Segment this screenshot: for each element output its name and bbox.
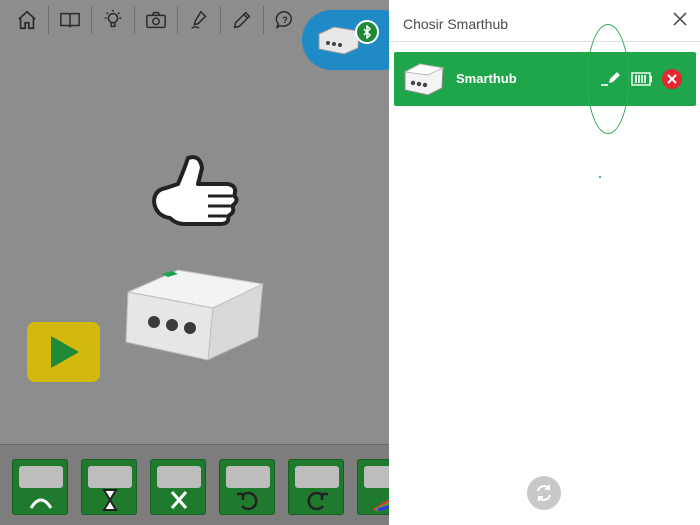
motor-ccw-block[interactable] xyxy=(219,459,275,515)
motor-face xyxy=(157,466,201,488)
stop-cross-icon xyxy=(170,491,188,509)
motor-cw-block[interactable] xyxy=(288,459,344,515)
motor-face xyxy=(88,466,132,488)
panel-divider xyxy=(389,41,700,42)
pencil-icon xyxy=(233,11,251,29)
smarthub-icon xyxy=(403,63,445,96)
home-button[interactable] xyxy=(6,0,48,40)
motor-power-icon xyxy=(29,498,53,509)
pencil-button[interactable] xyxy=(221,0,263,40)
motor-face xyxy=(364,466,389,488)
motor-face xyxy=(295,466,339,488)
motor-time-block[interactable] xyxy=(81,459,137,515)
microphone-icon xyxy=(191,10,207,29)
marker-dot xyxy=(599,176,601,178)
motor-stop-block[interactable] xyxy=(150,459,206,515)
book-icon xyxy=(60,12,80,28)
hub-list-item[interactable]: Smarthub xyxy=(394,52,696,106)
block-palette xyxy=(0,444,389,525)
play-icon xyxy=(51,336,79,368)
rotate-cw-icon xyxy=(307,491,328,511)
refresh-button[interactable] xyxy=(527,476,561,510)
bluetooth-icon xyxy=(363,25,372,39)
hourglass-icon xyxy=(102,489,118,511)
camera-button[interactable] xyxy=(135,0,177,40)
svg-text:?: ? xyxy=(282,15,288,25)
disconnect-button[interactable] xyxy=(662,69,682,89)
rotate-ccw-icon xyxy=(237,491,258,511)
highlight-ring xyxy=(587,24,629,134)
refresh-icon xyxy=(537,485,551,501)
help-icon: ? xyxy=(275,11,292,29)
motor-face xyxy=(19,466,63,488)
lightbulb-icon xyxy=(104,9,122,28)
bluetooth-badge xyxy=(355,20,379,44)
motor-face xyxy=(226,466,270,488)
close-icon[interactable] xyxy=(672,11,688,27)
battery-icon xyxy=(631,72,652,86)
panel-title: Chosir Smarthub xyxy=(403,16,509,32)
microphone-button[interactable] xyxy=(178,0,220,40)
camera-icon xyxy=(146,11,166,29)
help-button[interactable]: ? xyxy=(264,0,306,40)
hub-name: Smarthub xyxy=(456,71,517,86)
disconnect-icon xyxy=(667,74,677,84)
play-button[interactable] xyxy=(27,322,100,382)
programming-canvas: ? xyxy=(0,0,389,525)
light-rainbow-icon xyxy=(373,499,389,512)
hub-select-panel: Chosir Smarthub Smarthub xyxy=(389,0,700,525)
smarthub-illustration xyxy=(125,269,265,361)
motor-power-block[interactable] xyxy=(12,459,68,515)
thumbs-up-icon xyxy=(152,155,239,226)
light-block[interactable] xyxy=(357,459,389,515)
book-button[interactable] xyxy=(49,0,91,40)
home-icon xyxy=(18,10,36,30)
lightbulb-button[interactable] xyxy=(92,0,134,40)
